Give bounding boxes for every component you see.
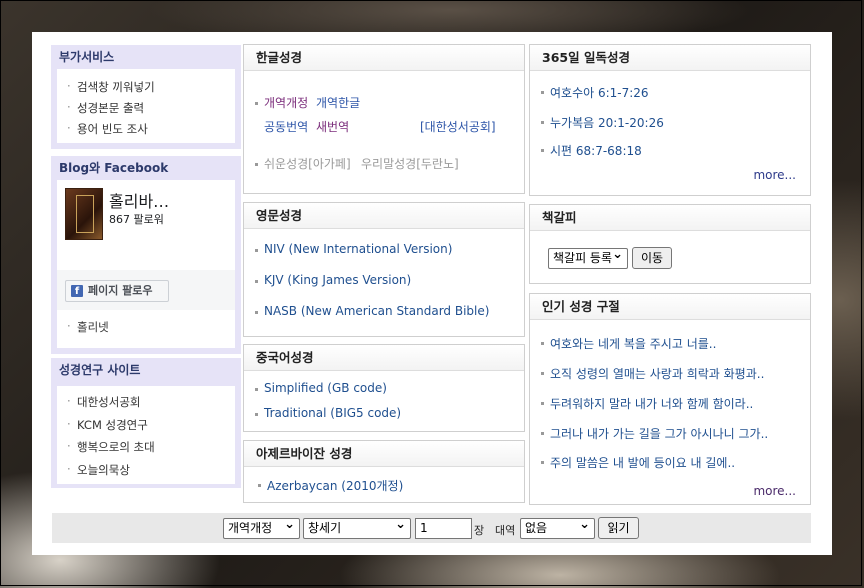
popular-verse-2[interactable]: 오직 성령의 열매는 사랑과 희락과 화평과..	[550, 365, 764, 382]
daily-item-2[interactable]: 누가복음 20:1-20:26	[550, 114, 664, 131]
popular-verses-box: 인기 성경 구절 여호와는 네게 복을 주시고 너를.. 오직 성령의 열매는 …	[529, 293, 811, 505]
link-simplified[interactable]: Simplified (GB code)	[264, 381, 387, 395]
daily-item-3[interactable]: 시편 68:7-68:18	[550, 142, 642, 159]
facebook-follow-button[interactable]: f 페이지 팔로우	[65, 280, 169, 302]
facebook-page-name[interactable]: 홀리바…	[109, 188, 169, 212]
link-revised-korean[interactable]: 개역한글	[316, 94, 360, 111]
service-print-text[interactable]: 성경본문 출력	[67, 100, 144, 116]
facebook-followers: 867 팔로워	[109, 213, 164, 226]
research-kcm[interactable]: KCM 성경연구	[67, 417, 148, 433]
popular-more-link[interactable]: more...	[753, 484, 796, 498]
english-bible-box: 영문성경 NIV (New International Version) KJV…	[243, 202, 525, 337]
popular-verse-4[interactable]: 그러나 내가 가는 길을 그가 아시나니 그가..	[550, 425, 768, 442]
bookmark-title: 책갈피	[530, 205, 810, 231]
link-revised-new[interactable]: 개역개정	[264, 94, 308, 111]
popular-verse-3[interactable]: 두려워하지 말라 내가 너와 함께 함이라..	[550, 395, 753, 412]
link-niv[interactable]: NIV (New International Version)	[264, 242, 452, 256]
compare-select[interactable]: 없음	[520, 518, 595, 539]
facebook-follow-label: 페이지 팔로우	[88, 284, 153, 297]
daily-item-1[interactable]: 여호수아 6:1-7:26	[550, 84, 649, 101]
services-panel: 부가서비스 검색창 끼워넣기 성경본문 출력 용어 빈도 조사	[51, 45, 241, 149]
popular-verses-title: 인기 성경 구절	[530, 294, 810, 320]
korean-bible-box: 한글성경 개역개정 개역한글 공동번역 새번역 [대한성서공회] 쉬운성경[아가…	[243, 44, 525, 194]
book-select[interactable]: 창세기	[303, 518, 411, 539]
social-title: Blog와 Facebook	[59, 161, 169, 175]
compare-label: 대역	[495, 524, 516, 537]
chinese-bible-title: 중국어성경	[244, 345, 524, 371]
service-word-frequency[interactable]: 용어 빈도 조사	[67, 121, 148, 137]
facebook-page-cover-icon[interactable]	[65, 188, 103, 240]
link-holynet[interactable]: 홀리넷	[67, 319, 109, 335]
version-select[interactable]: 개역개정	[223, 518, 300, 539]
link-easy-bible[interactable]: 쉬운성경[아가페]	[264, 155, 351, 172]
facebook-icon: f	[71, 285, 83, 297]
bookmark-box: 책갈피 책갈피 등록 이동	[529, 204, 811, 284]
azerbaijani-bible-box: 아제르바이잔 성경 Azerbaycan (2010개정)	[243, 440, 525, 503]
services-title: 부가서비스	[59, 50, 115, 64]
link-common-translation[interactable]: 공동번역	[264, 118, 308, 135]
daily-reading-box: 365일 일독성경 여호수아 6:1-7:26 누가복음 20:1-20:26 …	[529, 44, 811, 196]
service-embed-search[interactable]: 검색창 끼워넣기	[67, 79, 155, 95]
link-traditional[interactable]: Traditional (BIG5 code)	[264, 406, 401, 420]
link-new-translation[interactable]: 새번역	[316, 118, 349, 135]
research-invitation[interactable]: 행복으로의 초대	[67, 439, 155, 455]
popular-verse-1[interactable]: 여호와는 네게 복을 주시고 너를..	[550, 335, 716, 352]
social-panel: Blog와 Facebook 홀리바… 867 팔로워 f 페이지 팔로우 홀리…	[51, 156, 241, 354]
chapter-label: 장	[474, 524, 485, 537]
bookmark-select[interactable]: 책갈피 등록	[548, 248, 628, 269]
link-nasb[interactable]: NASB (New American Standard Bible)	[264, 304, 489, 318]
azerbaijani-bible-title: 아제르바이잔 성경	[244, 441, 524, 467]
link-bible-society[interactable]: [대한성서공회]	[420, 118, 496, 135]
research-title: 성경연구 사이트	[59, 363, 141, 377]
chapter-input[interactable]: 1	[415, 518, 472, 539]
english-bible-title: 영문성경	[244, 203, 524, 229]
bookmark-go-button[interactable]: 이동	[632, 247, 672, 269]
research-meditation[interactable]: 오늘의묵상	[67, 462, 130, 478]
popular-verse-5[interactable]: 주의 말씀은 내 발에 등이요 내 길에..	[550, 454, 735, 471]
link-kjv[interactable]: KJV (King James Version)	[264, 273, 411, 287]
korean-bible-title: 한글성경	[244, 45, 524, 71]
research-bible-society[interactable]: 대한성서공회	[67, 394, 141, 410]
read-button[interactable]: 읽기	[598, 517, 639, 539]
bible-portal-page: 부가서비스 검색창 끼워넣기 성경본문 출력 용어 빈도 조사 Blog와 Fa…	[32, 32, 832, 555]
bible-reader-bar: 개역개정 창세기 1 장 대역 없음 읽기	[52, 513, 811, 543]
link-azerbaycan[interactable]: Azerbaycan (2010개정)	[267, 477, 403, 494]
link-our-bible[interactable]: 우리말성경[두란노]	[361, 155, 459, 172]
research-panel: 성경연구 사이트 대한성서공회 KCM 성경연구 행복으로의 초대 오늘의묵상	[51, 358, 241, 488]
daily-more-link[interactable]: more...	[753, 168, 796, 182]
daily-reading-title: 365일 일독성경	[530, 45, 810, 71]
chinese-bible-box: 중국어성경 Simplified (GB code) Traditional (…	[243, 344, 525, 432]
